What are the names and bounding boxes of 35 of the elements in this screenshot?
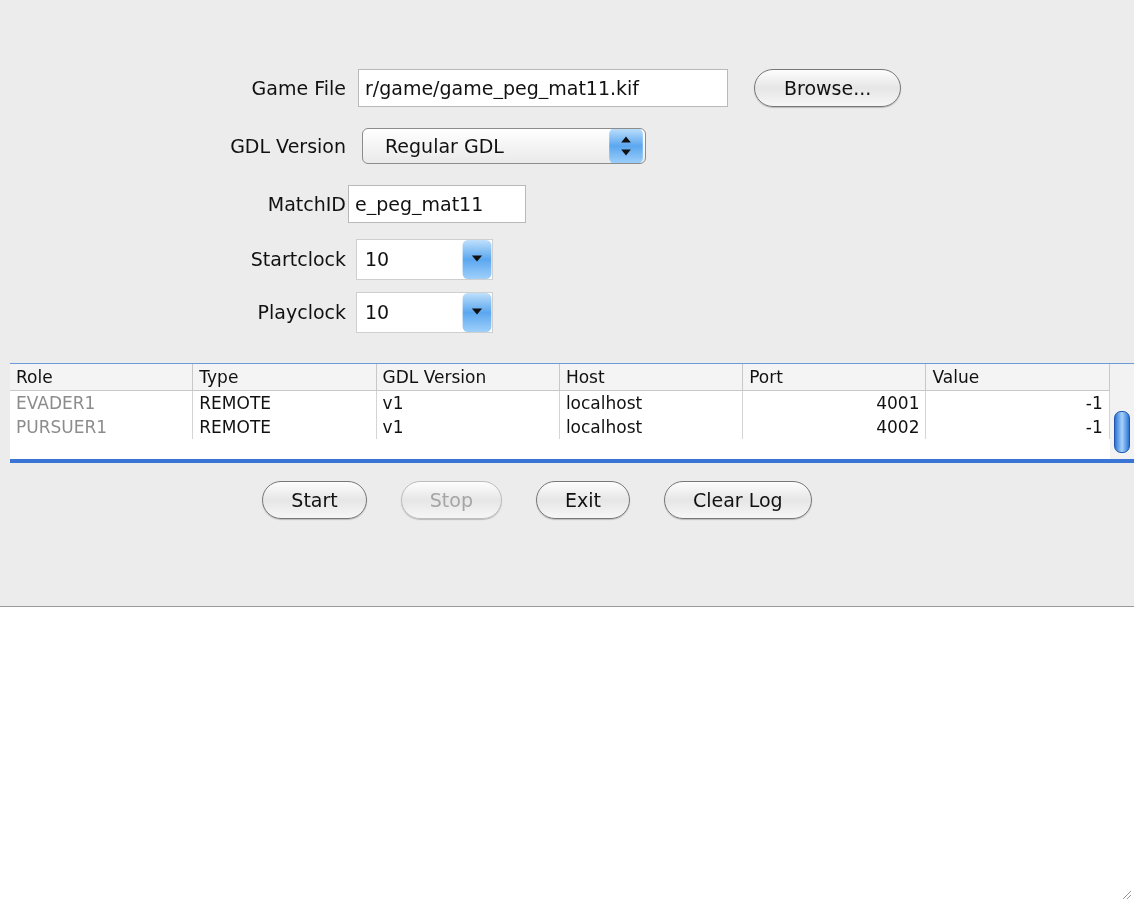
action-button[interactable]: Clear Log (663, 481, 812, 519)
table-cell: 4001 (743, 391, 927, 415)
action-button[interactable]: Start (262, 481, 367, 519)
table-cell: REMOTE (193, 391, 377, 415)
playclock-label: Playclock (257, 300, 346, 325)
column-header[interactable]: Type (193, 364, 377, 390)
resize-grip-icon[interactable] (1120, 888, 1132, 900)
column-header[interactable]: Value (926, 364, 1110, 390)
gdl-version-label: GDL Version (230, 134, 346, 159)
action-button[interactable]: Exit (536, 481, 630, 519)
table-cell: -1 (926, 415, 1110, 439)
game-file-label: Game File (251, 76, 346, 101)
scrollbar-thumb[interactable] (1113, 411, 1130, 453)
table-cell: localhost (559, 415, 744, 439)
table-cell: v1 (376, 391, 560, 415)
playclock-combo[interactable]: 10 (356, 292, 493, 333)
column-header[interactable]: Host (559, 364, 744, 390)
browse-button[interactable]: Browse... (754, 69, 902, 107)
table-cell: -1 (926, 391, 1110, 415)
match-id-field[interactable]: e_peg_mat11 (348, 185, 526, 223)
table-cell: localhost (559, 391, 744, 415)
column-header[interactable]: Port (743, 364, 927, 390)
table-cell: 4002 (743, 415, 927, 439)
gdl-version-dropdown[interactable]: Regular GDL (362, 128, 646, 164)
table-cell: REMOTE (193, 415, 377, 439)
stepper-icon (607, 129, 645, 163)
table-cell: v1 (376, 415, 560, 439)
column-header[interactable]: Role (10, 364, 194, 390)
table-cell: PURSUER1 (10, 415, 194, 439)
match-id-label: MatchID (267, 192, 346, 217)
column-header[interactable]: GDL Version (376, 364, 560, 390)
game-file-field[interactable]: r/game/game_peg_mat11.kif (358, 69, 728, 107)
table-cell: EVADER1 (10, 391, 194, 415)
startclock-combo[interactable]: 10 (356, 239, 493, 280)
startclock-label: Startclock (250, 247, 346, 272)
